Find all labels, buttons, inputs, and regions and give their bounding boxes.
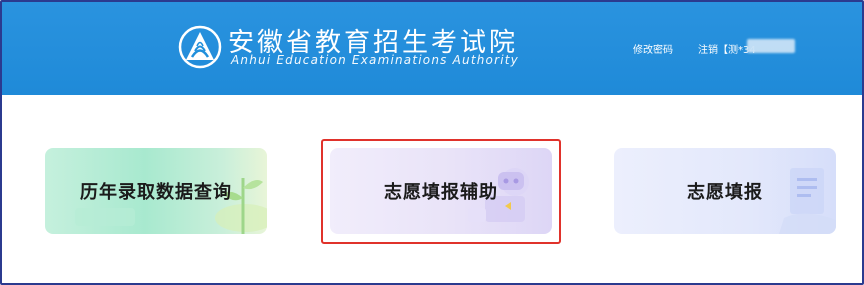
history-admission-data-card[interactable]: 历年录取数据查询 [45,148,267,234]
application-assistant-card[interactable]: 志愿填报辅助 [330,148,552,234]
card-label: 历年录取数据查询 [80,182,232,203]
redacted-username [747,39,795,53]
change-password-link[interactable]: 修改密码 [633,41,673,56]
card-label: 志愿填报 [687,182,763,203]
site-header: 安徽省教育招生考试院 Anhui Education Examinations … [2,2,862,95]
card-label: 志愿填报辅助 [384,182,498,203]
site-subtitle: Anhui Education Examinations Authority [231,53,519,67]
anhui-education-logo-icon [178,25,222,69]
page-frame: 安徽省教育招生考试院 Anhui Education Examinations … [0,0,864,285]
application-fill-card[interactable]: 志愿填报 [614,148,836,234]
